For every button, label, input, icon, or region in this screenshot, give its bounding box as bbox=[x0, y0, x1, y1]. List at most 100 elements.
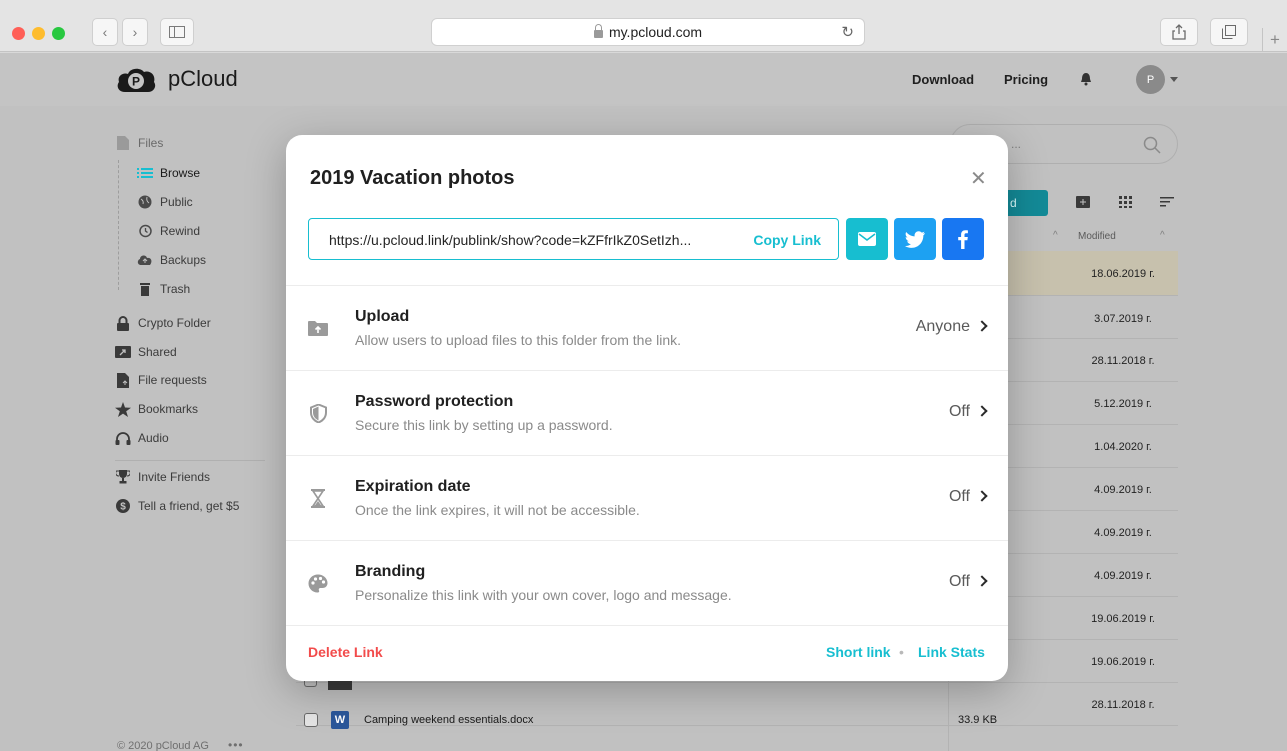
upload-folder-icon bbox=[306, 316, 330, 340]
avatar[interactable]: P bbox=[1136, 65, 1165, 94]
tabs-overview-button[interactable] bbox=[1210, 18, 1248, 46]
facebook-icon bbox=[958, 229, 968, 249]
sidebar-item-label: Browse bbox=[160, 166, 201, 180]
share-twitter-button[interactable] bbox=[894, 218, 936, 260]
sidebar-item-audio[interactable]: Audio bbox=[115, 431, 169, 445]
option-value: Off bbox=[948, 573, 970, 590]
sidebar-item-files[interactable]: Files bbox=[115, 136, 163, 150]
sidebar-toggle-button[interactable] bbox=[160, 18, 194, 46]
reload-icon[interactable]: ↻ bbox=[841, 23, 854, 41]
bell-icon[interactable] bbox=[1080, 72, 1092, 86]
forward-button[interactable]: › bbox=[122, 18, 148, 46]
lock-icon bbox=[115, 315, 131, 331]
shield-icon bbox=[306, 401, 330, 425]
sort-up-icon[interactable]: ^ bbox=[1053, 230, 1058, 241]
download-link[interactable]: Download bbox=[912, 72, 974, 87]
option-value: Off bbox=[948, 488, 970, 505]
modified-date: 19.06.2019 г. bbox=[1091, 656, 1155, 668]
share-link-field[interactable]: https://u.pcloud.link/publink/show?code=… bbox=[308, 218, 839, 260]
sidebar-item-label: Rewind bbox=[160, 224, 201, 238]
twitter-icon bbox=[905, 230, 925, 248]
row-divider bbox=[296, 682, 1178, 683]
sidebar-item-file-requests[interactable]: File requests bbox=[115, 372, 207, 388]
share-email-button[interactable] bbox=[846, 218, 888, 260]
sidebar-item-label: Backups bbox=[160, 253, 207, 267]
sidebar-item-tell-a-friend[interactable]: $ Tell a friend, get $5 bbox=[115, 499, 239, 513]
sidebar-item-trash[interactable]: Trash bbox=[137, 282, 190, 296]
modified-header[interactable]: Modified bbox=[1078, 231, 1116, 242]
brand-name: pCloud bbox=[168, 66, 238, 91]
mail-icon bbox=[858, 232, 876, 246]
sidebar-item-public[interactable]: Public bbox=[137, 195, 193, 209]
lock-icon bbox=[593, 24, 603, 38]
link-stats-button[interactable]: Link Stats bbox=[918, 644, 985, 660]
url-text: my.pcloud.com bbox=[608, 24, 703, 40]
pricing-link[interactable]: Pricing bbox=[1004, 72, 1048, 87]
password-protection-option[interactable]: Password protection Secure this link by … bbox=[286, 370, 1008, 455]
new-folder-icon[interactable] bbox=[1076, 196, 1090, 208]
share-facebook-button[interactable] bbox=[942, 218, 984, 260]
share-button[interactable] bbox=[1160, 18, 1198, 46]
option-title: Expiration date bbox=[355, 478, 471, 495]
image-thumbnail bbox=[328, 680, 352, 690]
file-size: 33.9 KB bbox=[958, 714, 998, 726]
option-description: Allow users to upload files to this fold… bbox=[355, 332, 682, 348]
sidebar-divider bbox=[115, 460, 265, 461]
search-icon bbox=[1143, 136, 1161, 154]
modified-date: 4.09.2019 г. bbox=[1094, 484, 1152, 496]
shared-folder-icon bbox=[115, 345, 131, 359]
separator-dot: • bbox=[899, 644, 904, 660]
svg-text:$: $ bbox=[120, 502, 126, 513]
address-bar[interactable]: my.pcloud.com ↻ bbox=[431, 18, 865, 46]
minimize-window-button[interactable] bbox=[32, 27, 45, 40]
grid-view-icon[interactable] bbox=[1119, 196, 1132, 208]
globe-icon bbox=[137, 195, 153, 209]
sidebar-item-invite-friends[interactable]: Invite Friends bbox=[115, 470, 210, 484]
new-tab-button[interactable]: + bbox=[1262, 28, 1287, 52]
modified-date: 19.06.2019 г. bbox=[1091, 613, 1155, 625]
file-icon bbox=[115, 136, 131, 150]
row-checkbox[interactable] bbox=[304, 713, 318, 727]
more-icon[interactable]: ••• bbox=[228, 738, 244, 751]
chevron-left-icon: ‹ bbox=[102, 24, 108, 40]
sidebar-item-label: File requests bbox=[138, 373, 207, 387]
tabs-icon bbox=[1222, 25, 1236, 39]
sidebar-item-label: Crypto Folder bbox=[138, 316, 211, 330]
option-description: Secure this link by setting up a passwor… bbox=[355, 417, 613, 433]
dialog-footer: Delete Link Short link • Link Stats bbox=[286, 625, 1008, 681]
sidebar-item-bookmarks[interactable]: Bookmarks bbox=[115, 401, 198, 417]
sidebar-item-label: Audio bbox=[138, 431, 169, 445]
copyright: © 2020 pCloud AG bbox=[117, 740, 209, 751]
sort-up-icon[interactable]: ^ bbox=[1160, 230, 1165, 241]
option-value: Off bbox=[948, 403, 970, 420]
sidebar-icon bbox=[169, 26, 185, 38]
word-file-icon: W bbox=[331, 711, 349, 729]
short-link-button[interactable]: Short link bbox=[826, 644, 891, 660]
modified-date: 18.06.2019 г. bbox=[1091, 268, 1155, 280]
sort-icon[interactable] bbox=[1160, 196, 1174, 208]
option-title: Branding bbox=[355, 563, 426, 580]
close-window-button[interactable] bbox=[12, 27, 25, 40]
delete-link-button[interactable]: Delete Link bbox=[308, 644, 383, 660]
copy-link-button[interactable]: Copy Link bbox=[753, 232, 821, 248]
chevron-right-icon: › bbox=[132, 24, 138, 40]
chevron-right-icon bbox=[976, 575, 988, 587]
upload-option[interactable]: Upload Allow users to upload files to th… bbox=[286, 285, 1008, 370]
sidebar-item-backups[interactable]: Backups bbox=[137, 253, 206, 267]
trash-icon bbox=[137, 282, 153, 296]
chevron-down-icon[interactable] bbox=[1170, 77, 1178, 82]
list-icon bbox=[137, 166, 153, 180]
close-icon[interactable]: ✕ bbox=[970, 169, 987, 189]
sidebar-item-rewind[interactable]: Rewind bbox=[137, 224, 200, 238]
sidebar-item-shared[interactable]: Shared bbox=[115, 345, 177, 359]
option-title: Upload bbox=[355, 308, 410, 325]
zoom-window-button[interactable] bbox=[52, 27, 65, 40]
share-icon bbox=[1172, 24, 1186, 40]
branding-option[interactable]: Branding Personalize this link with your… bbox=[286, 540, 1008, 625]
share-link-dialog: 2019 Vacation photos ✕ https://u.pcloud.… bbox=[286, 135, 1008, 681]
chevron-right-icon bbox=[976, 405, 988, 417]
sidebar-item-browse[interactable]: Browse bbox=[137, 166, 200, 180]
back-button[interactable]: ‹ bbox=[92, 18, 118, 46]
sidebar-item-crypto-folder[interactable]: Crypto Folder bbox=[115, 315, 211, 331]
expiration-date-option[interactable]: Expiration date Once the link expires, i… bbox=[286, 455, 1008, 540]
